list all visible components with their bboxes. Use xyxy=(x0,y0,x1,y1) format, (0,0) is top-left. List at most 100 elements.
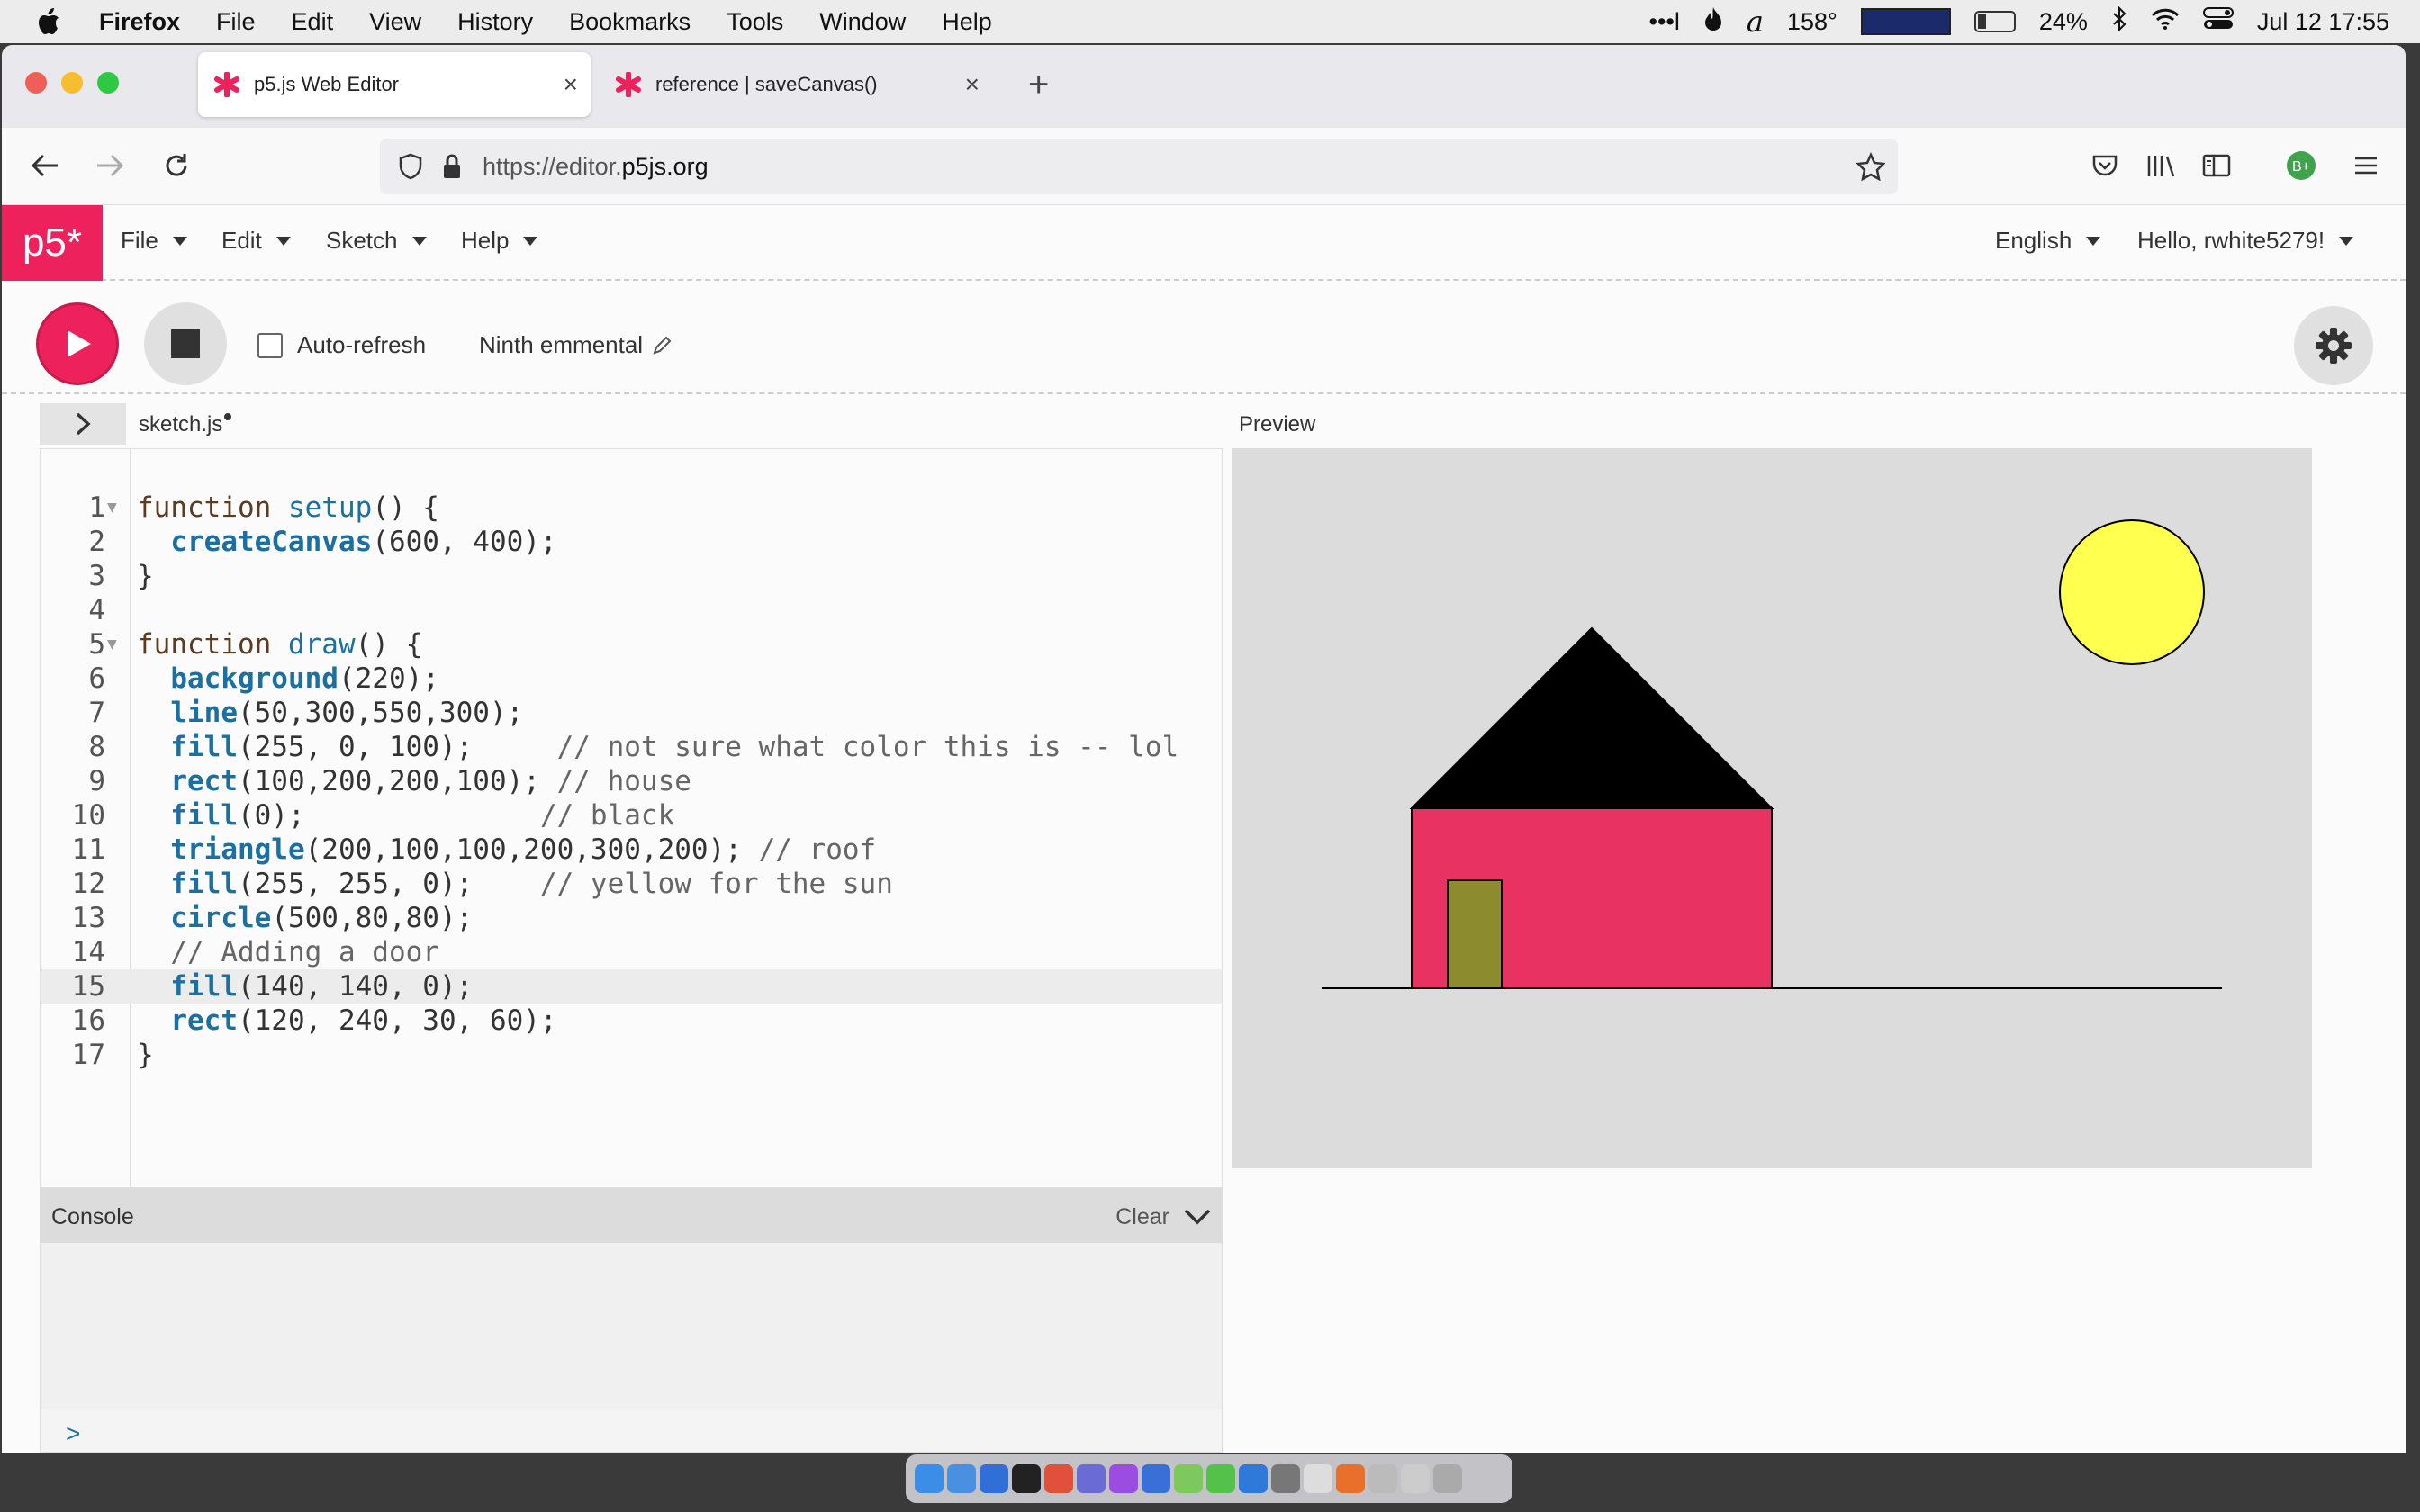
script-icon[interactable]: a xyxy=(1747,4,1764,39)
battery-percent[interactable]: 24% xyxy=(2039,8,2088,36)
url-bar[interactable]: https://editor. p5js.org xyxy=(380,139,1898,194)
auto-refresh-checkbox[interactable] xyxy=(257,332,283,358)
menubar-help[interactable]: Help xyxy=(942,8,992,36)
sketch-name[interactable]: Ninth emmental xyxy=(479,331,672,359)
preview-canvas[interactable] xyxy=(1232,448,2312,1168)
account-avatar-icon[interactable]: B+ xyxy=(2281,146,2321,185)
menubar-view[interactable]: View xyxy=(369,8,421,36)
dock-app-icon[interactable] xyxy=(1206,1464,1235,1493)
cpu-meter-icon[interactable] xyxy=(1860,8,1951,35)
p5-menu-sketch[interactable]: Sketch xyxy=(326,227,427,255)
minimize-window-button[interactable] xyxy=(61,72,83,94)
dock-app-icon[interactable] xyxy=(1239,1464,1268,1493)
more-icon[interactable]: •••l xyxy=(1649,8,1680,36)
dock-app-icon[interactable] xyxy=(1433,1464,1462,1493)
dock-app-icon[interactable] xyxy=(1109,1464,1138,1493)
dock-app-icon[interactable] xyxy=(1304,1464,1332,1493)
wifi-icon[interactable] xyxy=(2151,8,2180,36)
dock-app-icon[interactable] xyxy=(947,1464,976,1493)
pocket-icon[interactable] xyxy=(2085,146,2125,185)
chevron-down-icon[interactable] xyxy=(1182,1203,1213,1230)
dock-app-icon[interactable] xyxy=(1368,1464,1397,1493)
code-text: rect(120, 240, 30, 60); xyxy=(137,1004,556,1038)
code-line[interactable]: 16 rect(120, 240, 30, 60); xyxy=(41,1004,1222,1038)
dock-app-icon[interactable] xyxy=(1271,1464,1300,1493)
code-line[interactable]: 15 fill(140, 140, 0); xyxy=(41,969,1222,1004)
console-clear-button[interactable]: Clear xyxy=(1115,1204,1169,1230)
play-button[interactable] xyxy=(36,302,119,385)
new-tab-icon[interactable]: + xyxy=(1028,65,1049,105)
code-line[interactable]: 5 ▼ function draw() { xyxy=(41,627,1222,662)
library-icon[interactable] xyxy=(2141,146,2181,185)
close-icon[interactable]: × xyxy=(564,70,578,99)
code-line[interactable]: 12 fill(255, 255, 0); // yellow for the … xyxy=(41,867,1222,901)
clock[interactable]: Jul 12 17:55 xyxy=(2257,8,2389,36)
pencil-icon[interactable] xyxy=(652,336,672,356)
code-line[interactable]: 3} xyxy=(41,559,1222,593)
dock-app-icon[interactable] xyxy=(1077,1464,1106,1493)
back-icon[interactable] xyxy=(25,146,65,185)
code-line[interactable]: 4 xyxy=(41,593,1222,627)
bluetooth-icon[interactable] xyxy=(2111,5,2127,38)
hamburger-menu-icon[interactable] xyxy=(2346,146,2386,185)
console-prompt[interactable]: > xyxy=(66,1419,80,1448)
forward-icon[interactable] xyxy=(90,146,130,185)
p5-menu-file[interactable]: File xyxy=(121,227,187,255)
user-menu[interactable]: Hello, rwhite5279! xyxy=(2137,227,2354,255)
menubar-history[interactable]: History xyxy=(457,8,533,36)
p5-menu-edit[interactable]: Edit xyxy=(221,227,291,255)
lock-icon[interactable] xyxy=(441,153,463,180)
apple-icon[interactable] xyxy=(36,7,72,36)
fold-arrow-icon[interactable]: ▼ xyxy=(107,490,117,525)
code-line[interactable]: 7 line(50,300,550,300); xyxy=(41,696,1222,730)
menubar-bookmarks[interactable]: Bookmarks xyxy=(569,8,691,36)
dock-app-icon[interactable] xyxy=(1401,1464,1430,1493)
control-center-icon[interactable] xyxy=(2202,6,2234,37)
code-line[interactable]: 8 fill(255, 0, 100); // not sure what co… xyxy=(41,730,1222,764)
dock-app-icon[interactable] xyxy=(1142,1464,1170,1493)
code-line[interactable]: 14 // Adding a door xyxy=(41,935,1222,969)
tab-reference[interactable]: reference | saveCanvas() × xyxy=(600,52,992,117)
flame-icon[interactable] xyxy=(1703,6,1723,38)
language-selector[interactable]: English xyxy=(1995,227,2101,255)
close-icon[interactable]: × xyxy=(965,70,980,99)
code-line[interactable]: 6 background(220); xyxy=(41,662,1222,696)
dock-app-icon[interactable] xyxy=(980,1464,1008,1493)
battery-icon[interactable] xyxy=(1973,11,2016,32)
code-line[interactable]: 13 circle(500,80,80); xyxy=(41,901,1222,935)
code-lines[interactable]: 1 ▼ function setup() {2 createCanvas(600, … xyxy=(41,490,1222,1072)
settings-button[interactable] xyxy=(2294,306,2373,385)
shield-icon[interactable] xyxy=(398,153,423,180)
sidebar-icon[interactable] xyxy=(2197,146,2236,185)
p5-menu-help[interactable]: Help xyxy=(461,227,538,255)
fold-arrow-icon[interactable]: ▼ xyxy=(107,627,117,662)
p5-logo[interactable]: p5* xyxy=(2,205,103,281)
file-name[interactable]: sketch.js xyxy=(139,412,232,437)
menubar-edit[interactable]: Edit xyxy=(292,8,334,36)
menubar-file[interactable]: File xyxy=(216,8,256,36)
dock-app-icon[interactable] xyxy=(1012,1464,1041,1493)
dock-app-icon[interactable] xyxy=(1174,1464,1203,1493)
code-line[interactable]: 1 ▼ function setup() { xyxy=(41,490,1222,525)
code-line[interactable]: 11 triangle(200,100,100,200,300,200); //… xyxy=(41,832,1222,867)
dock-app-icon[interactable] xyxy=(1336,1464,1365,1493)
reload-icon[interactable] xyxy=(157,146,196,185)
menubar-tools[interactable]: Tools xyxy=(727,8,783,36)
zoom-window-button[interactable] xyxy=(97,72,119,94)
code-line[interactable]: 17} xyxy=(41,1038,1222,1072)
dock-app-icon[interactable] xyxy=(1044,1464,1073,1493)
code-line[interactable]: 2 createCanvas(600, 400); xyxy=(41,525,1222,559)
bookmark-star-icon[interactable] xyxy=(1856,152,1885,181)
menubar-window[interactable]: Window xyxy=(819,8,906,36)
close-window-button[interactable] xyxy=(25,72,47,94)
stop-button[interactable] xyxy=(144,302,227,385)
code-line[interactable]: 9 rect(100,200,200,100); // house xyxy=(41,764,1222,798)
menubar-app-name[interactable]: Firefox xyxy=(99,8,180,36)
code-editor[interactable]: 1 ▼ function setup() {2 createCanvas(600, … xyxy=(40,448,1223,1188)
auto-refresh-toggle[interactable]: Auto-refresh xyxy=(257,331,426,359)
dock-app-icon[interactable] xyxy=(915,1464,944,1493)
sidebar-toggle-button[interactable] xyxy=(40,403,126,445)
temperature[interactable]: 158° xyxy=(1787,8,1838,36)
code-line[interactable]: 10 fill(0); // black xyxy=(41,798,1222,832)
tab-p5-editor[interactable]: p5.js Web Editor × xyxy=(198,52,591,117)
